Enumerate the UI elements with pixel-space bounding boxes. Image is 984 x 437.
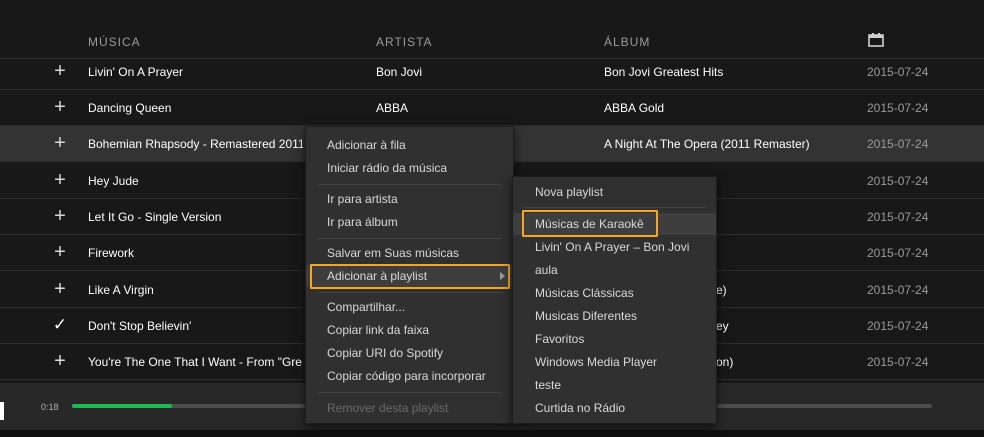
track-artist[interactable]: Bon Jovi xyxy=(376,54,576,90)
table-row[interactable]: + Livin' On A Prayer Bon Jovi Bon Jovi G… xyxy=(0,54,984,90)
add-icon[interactable]: + xyxy=(50,163,70,197)
menu-item-add-to-queue[interactable]: Adicionar à fila xyxy=(306,134,513,156)
menu-divider xyxy=(318,184,501,185)
track-album[interactable]: ABBA Gold xyxy=(604,90,844,126)
track-title: Bohemian Rhapsody - Remastered 2011 xyxy=(88,137,303,151)
menu-item-copy-track-link[interactable]: Copiar link da faixa xyxy=(306,319,513,341)
submenu-item-new-playlist[interactable]: Nova playlist xyxy=(513,181,716,203)
menu-divider xyxy=(318,292,501,293)
menu-item-start-radio[interactable]: Iniciar rádio da música xyxy=(306,157,513,179)
add-icon[interactable]: + xyxy=(50,272,70,306)
highlight-box xyxy=(522,210,658,237)
menu-item-go-to-artist[interactable]: Ir para artista xyxy=(306,188,513,210)
submenu-item-curtida-no-radio[interactable]: Curtida no Rádio xyxy=(513,397,716,419)
column-header-song[interactable]: MÚSICA xyxy=(88,35,141,49)
track-date: 2015-07-24 xyxy=(867,283,929,297)
calendar-icon[interactable] xyxy=(868,33,884,47)
add-icon[interactable]: + xyxy=(50,54,70,88)
track-context-menu: Adicionar à fila Iniciar rádio da música… xyxy=(305,126,514,424)
add-icon[interactable]: + xyxy=(50,199,70,233)
submenu-item-classicas[interactable]: Músicas Clássicas xyxy=(513,282,716,304)
menu-item-save-to-music[interactable]: Salvar em Suas músicas xyxy=(306,242,513,264)
column-header-artist[interactable]: ARTISTA xyxy=(376,35,433,49)
submenu-item-diferentes[interactable]: Musicas Diferentes xyxy=(513,305,716,327)
track-title: Hey Jude xyxy=(88,174,139,188)
column-header-album[interactable]: ÁLBUM xyxy=(604,35,650,49)
submenu-item-favoritos[interactable]: Favoritos xyxy=(513,328,716,350)
submenu-item-windows-media-player[interactable]: Windows Media Player xyxy=(513,351,716,373)
track-title: Dancing Queen xyxy=(88,101,172,115)
track-title: Let It Go - Single Version xyxy=(88,210,222,224)
add-icon[interactable]: + xyxy=(50,235,70,269)
track-title: Like A Virgin xyxy=(88,283,154,297)
track-date: 2015-07-24 xyxy=(867,65,929,79)
menu-item-copy-spotify-uri[interactable]: Copiar URI do Spotify xyxy=(306,342,513,364)
menu-item-go-to-album[interactable]: Ir para álbum xyxy=(306,211,513,233)
add-icon[interactable]: + xyxy=(50,344,70,378)
bottom-strip xyxy=(0,430,984,437)
add-icon[interactable]: + xyxy=(50,90,70,124)
submenu-item-teste[interactable]: teste xyxy=(513,374,716,396)
menu-divider xyxy=(318,392,501,393)
highlight-box xyxy=(310,264,510,289)
table-row[interactable]: + Dancing Queen ABBA ABBA Gold 2015-07-2… xyxy=(0,90,984,126)
playlist-submenu: Nova playlist Músicas de Karaokê Livin' … xyxy=(512,176,717,424)
progress-fill xyxy=(72,404,172,408)
track-title: You're The One That I Want - From "Gre xyxy=(88,355,302,369)
track-date: 2015-07-24 xyxy=(867,174,929,188)
check-icon[interactable]: ✓ xyxy=(50,308,70,342)
track-date: 2015-07-24 xyxy=(867,355,929,369)
track-album[interactable]: A Night At The Opera (2011 Remaster) xyxy=(604,126,844,162)
elapsed-time: 0:18 xyxy=(41,402,59,412)
menu-divider xyxy=(318,238,501,239)
track-title: Livin' On A Prayer xyxy=(88,65,184,79)
track-date: 2015-07-24 xyxy=(867,210,929,224)
submenu-item-aula[interactable]: aula xyxy=(513,259,716,281)
menu-divider xyxy=(523,207,706,208)
track-artist[interactable]: ABBA xyxy=(376,90,576,126)
submenu-item-livin-on-a-prayer[interactable]: Livin' On A Prayer – Bon Jovi xyxy=(513,236,716,258)
now-playing-indicator xyxy=(0,402,4,420)
track-title: Don't Stop Believin' xyxy=(88,319,192,333)
top-bar xyxy=(0,0,984,24)
track-title: Firework xyxy=(88,246,135,260)
track-date: 2015-07-24 xyxy=(867,246,929,260)
track-date: 2015-07-24 xyxy=(867,101,929,115)
menu-item-remove-from-playlist: Remover desta playlist xyxy=(327,401,449,415)
add-icon[interactable]: + xyxy=(50,126,70,160)
menu-item-share[interactable]: Compartilhar... xyxy=(306,296,513,318)
menu-item-copy-embed-code[interactable]: Copiar código para incorporar xyxy=(306,365,513,387)
track-date: 2015-07-24 xyxy=(867,319,929,333)
track-album[interactable]: Bon Jovi Greatest Hits xyxy=(604,54,844,90)
track-date: 2015-07-24 xyxy=(867,137,929,151)
